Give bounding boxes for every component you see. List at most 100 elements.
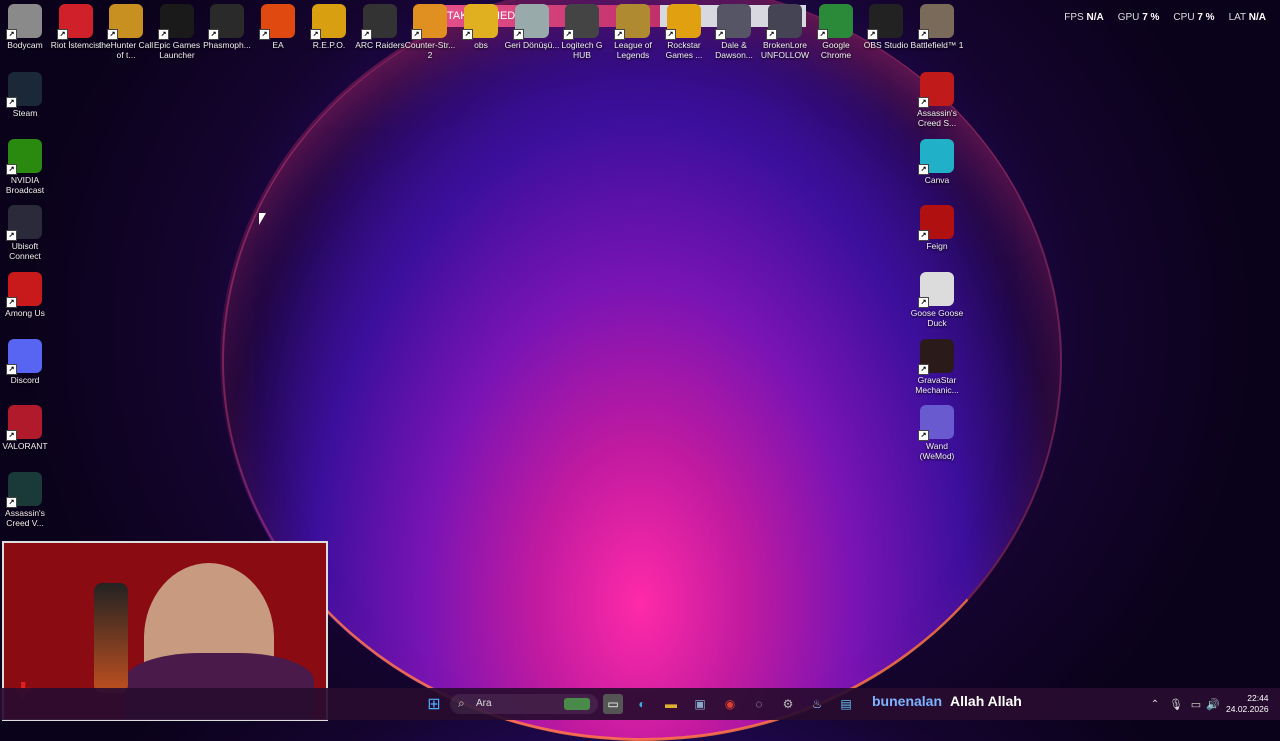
top-icon-16[interactable]: ↗ Google Chrome — [808, 4, 864, 60]
left-icon-3[interactable]: ↗ Among Us — [0, 272, 53, 318]
store-icon[interactable]: ▣ — [690, 694, 710, 714]
top-icon-8[interactable]: ↗ Counter-Str... 2 — [402, 4, 458, 60]
shortcut-arrow-icon: ↗ — [918, 230, 929, 241]
taskbar-time: 22:44 — [1247, 693, 1269, 703]
left-icon-6[interactable]: ↗ Assassin's Creed V... — [0, 472, 53, 528]
app-icon: ↗ — [57, 4, 93, 40]
shortcut-arrow-icon: ↗ — [6, 29, 17, 40]
app-icon: ↗ — [6, 272, 42, 308]
desktop-icon-label: Ubisoft Connect — [9, 241, 41, 261]
taskbar-search-box[interactable]: ⌕ Ara — [450, 694, 598, 714]
shortcut-arrow-icon: ↗ — [6, 364, 17, 375]
top-icon-3[interactable]: ↗ Epic Games Launcher — [149, 4, 205, 60]
top-icon-1[interactable]: ↗ Riot İstemcisi — [48, 4, 104, 50]
monitor-taskbar-icon[interactable]: ▤ — [836, 694, 856, 714]
shortcut-arrow-icon: ↗ — [411, 29, 422, 40]
desktop-icon-label: obs — [474, 40, 488, 50]
metric-cpu: CPU 7 % — [1173, 12, 1215, 23]
desktop-icon-label: Phasmoph... — [203, 40, 251, 50]
desktop-icon-label: Counter-Str... 2 — [404, 40, 456, 60]
app-icon: ↗ — [259, 4, 295, 40]
shortcut-arrow-icon: ↗ — [57, 29, 68, 40]
shortcut-arrow-icon: ↗ — [918, 430, 929, 441]
top-icon-12[interactable]: ↗ League of Legends — [605, 4, 661, 60]
task-view-icon[interactable]: ▭ — [603, 694, 623, 714]
desktop-icon-label: Dale & Dawson... — [715, 40, 753, 60]
desktop-icon-label: ARC Raiders — [355, 40, 405, 50]
top-icon-10[interactable]: ↗ Geri Dönüşü... — [504, 4, 560, 50]
left-icon-2[interactable]: ↗ Ubisoft Connect — [0, 205, 53, 261]
right-icon-5[interactable]: ↗ Wand (WeMod) — [909, 405, 965, 461]
app-taskbar-icon[interactable]: ◌ — [749, 694, 769, 714]
shortcut-arrow-icon: ↗ — [6, 97, 17, 108]
top-icon-7[interactable]: ↗ ARC Raiders — [352, 4, 408, 50]
right-icon-3[interactable]: ↗ Goose Goose Duck — [909, 272, 965, 328]
edge-icon[interactable]: ◐ — [632, 694, 652, 714]
volume-tray-icon[interactable]: 🔊 — [1203, 694, 1223, 714]
app-icon: ↗ — [310, 4, 346, 40]
top-icon-18[interactable]: ↗ Battlefield™ 1 — [909, 4, 965, 50]
app-icon: ↗ — [918, 72, 954, 108]
shortcut-arrow-icon: ↗ — [208, 29, 219, 40]
app-icon: ↗ — [918, 339, 954, 375]
left-icon-1[interactable]: ↗ NVIDIA Broadcast — [0, 139, 53, 195]
shortcut-arrow-icon: ↗ — [817, 29, 828, 40]
top-icon-0[interactable]: ↗ Bodycam — [0, 4, 53, 50]
desktop-icon-label: Assassin's Creed V... — [5, 508, 45, 528]
right-icon-2[interactable]: ↗ Feign — [909, 205, 965, 251]
left-icon-4[interactable]: ↗ Discord — [0, 339, 53, 385]
desktop-icon-label: Geri Dönüşü... — [504, 40, 560, 50]
app-icon: ↗ — [107, 4, 143, 40]
shortcut-arrow-icon: ↗ — [158, 29, 169, 40]
shortcut-arrow-icon: ↗ — [867, 29, 878, 40]
windows-start-icon[interactable]: ⊞ — [424, 694, 444, 714]
shortcut-arrow-icon: ↗ — [563, 29, 574, 40]
desktop-icon-label: Discord — [10, 375, 40, 385]
desktop-icon-label: Epic Games Launcher — [153, 40, 201, 60]
chrome-taskbar-icon[interactable]: ◉ — [720, 694, 740, 714]
right-icon-1[interactable]: ↗ Canva — [909, 139, 965, 185]
app-icon: ↗ — [513, 4, 549, 40]
file-explorer-icon[interactable]: ▬ — [661, 694, 681, 714]
tray-chevron-up-icon[interactable]: ⌃ — [1145, 694, 1165, 714]
shortcut-arrow-icon: ↗ — [715, 29, 726, 40]
top-icon-4[interactable]: ↗ Phasmoph... — [199, 4, 255, 50]
shortcut-arrow-icon: ↗ — [6, 497, 17, 508]
settings-taskbar-icon[interactable]: ⚙ — [778, 694, 798, 714]
shortcut-arrow-icon: ↗ — [918, 29, 929, 40]
top-icon-15[interactable]: ↗ BrokenLore UNFOLLOW — [757, 4, 813, 60]
taskbar-clock[interactable]: 22:44 24.02.2026 — [1226, 693, 1269, 715]
desktop-icon-label: NVIDIA Broadcast — [5, 175, 45, 195]
top-icon-17[interactable]: ↗ OBS Studio — [858, 4, 914, 50]
search-icon: ⌕ — [458, 696, 465, 710]
shortcut-arrow-icon: ↗ — [310, 29, 321, 40]
metric-lat: LAT N/A — [1228, 12, 1266, 23]
app-icon: ↗ — [6, 4, 42, 40]
left-icon-0[interactable]: ↗ Steam — [0, 72, 53, 118]
left-icon-5[interactable]: ↗ VALORANT — [0, 405, 53, 451]
right-icon-4[interactable]: ↗ GravaStar Mechanic... — [909, 339, 965, 395]
shortcut-arrow-icon: ↗ — [462, 29, 473, 40]
microphone-tray-icon[interactable]: 🎙 — [1166, 694, 1186, 714]
top-icon-13[interactable]: ↗ Rockstar Games ... — [656, 4, 712, 60]
steam-taskbar-icon[interactable]: ♨ — [807, 694, 827, 714]
top-icon-9[interactable]: ↗ obs — [453, 4, 509, 50]
top-icon-5[interactable]: ↗ EA — [250, 4, 306, 50]
taskbar-date: 24.02.2026 — [1226, 704, 1269, 714]
desktop-icon-label: Assassin's Creed S... — [917, 108, 957, 128]
top-icon-14[interactable]: ↗ Dale & Dawson... — [706, 4, 762, 60]
app-icon: ↗ — [6, 139, 42, 175]
app-icon: ↗ — [6, 339, 42, 375]
desktop-icon-label: Canva — [924, 175, 950, 185]
app-icon: ↗ — [614, 4, 650, 40]
search-placeholder: Ara — [476, 698, 492, 709]
right-icon-0[interactable]: ↗ Assassin's Creed S... — [909, 72, 965, 128]
top-icon-11[interactable]: ↗ Logitech G HUB — [554, 4, 610, 60]
app-icon: ↗ — [867, 4, 903, 40]
app-icon: ↗ — [766, 4, 802, 40]
desktop-icon-label: Battlefield™ 1 — [910, 40, 964, 50]
app-icon: ↗ — [715, 4, 751, 40]
top-icon-6[interactable]: ↗ R.E.P.O. — [301, 4, 357, 50]
top-icon-2[interactable]: ↗ theHunter Call of t... — [98, 4, 154, 60]
desktop-icon-label: theHunter Call of t... — [98, 40, 154, 60]
